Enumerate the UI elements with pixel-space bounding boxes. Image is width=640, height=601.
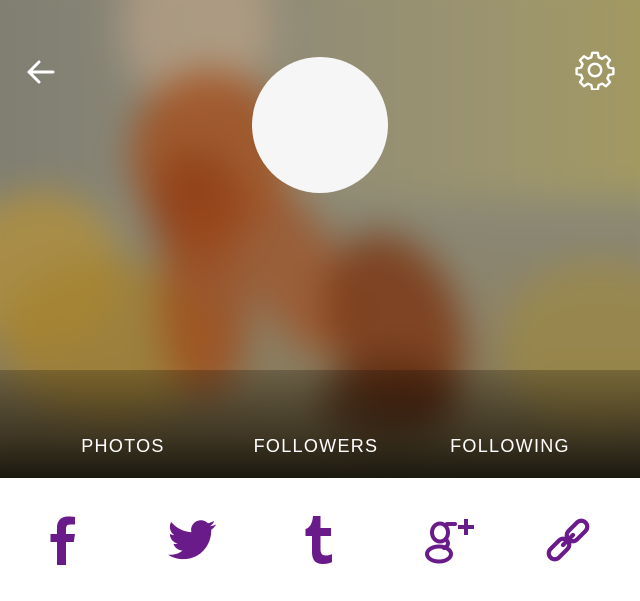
settings-button[interactable]: [573, 48, 617, 92]
copy-link-button[interactable]: [536, 508, 600, 572]
avatar[interactable]: [252, 57, 388, 193]
facebook-icon: [50, 516, 75, 565]
tab-following[interactable]: FOLLOWING: [430, 426, 590, 466]
tab-followers[interactable]: FOLLOWERS: [236, 426, 396, 466]
google-plus-icon: [425, 519, 474, 564]
social-share-bar: [0, 478, 640, 601]
facebook-button[interactable]: [31, 508, 95, 572]
tab-photos[interactable]: PHOTOS: [53, 426, 193, 466]
profile-stats: PHOTOS FOLLOWERS FOLLOWING: [0, 426, 640, 466]
arrow-left-icon: [27, 60, 55, 84]
back-button[interactable]: [20, 52, 60, 92]
google-plus-button[interactable]: [418, 508, 482, 572]
gear-icon: [575, 51, 615, 90]
profile-screen: PHOTOS FOLLOWERS FOLLOWING: [0, 0, 640, 601]
twitter-button[interactable]: [160, 508, 224, 572]
tumblr-button[interactable]: [287, 508, 351, 572]
tumblr-icon: [305, 516, 332, 564]
link-icon: [546, 518, 590, 562]
twitter-icon: [168, 520, 216, 560]
